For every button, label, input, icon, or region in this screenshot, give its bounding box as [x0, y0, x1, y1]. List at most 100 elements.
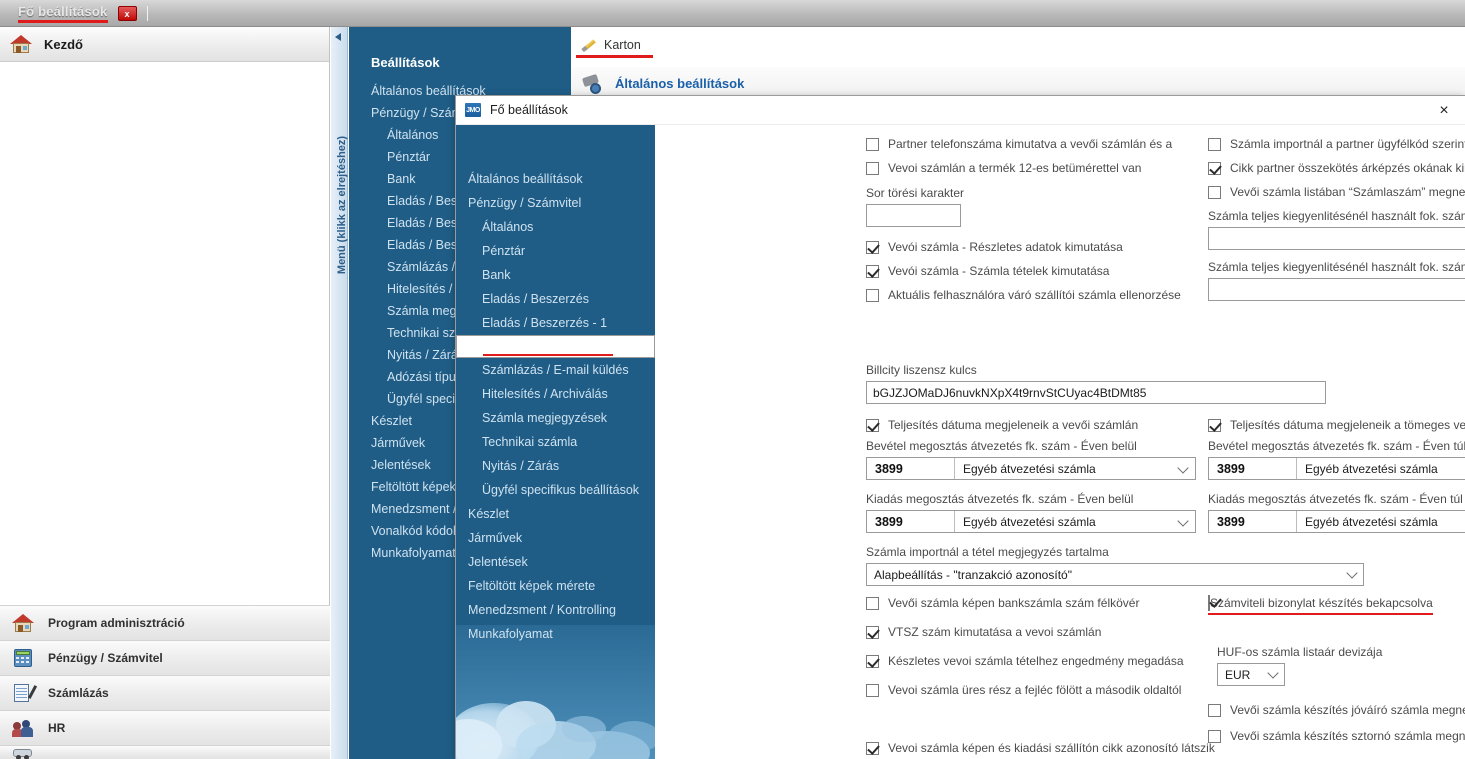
sidebar-item-vehicles[interactable]	[0, 745, 330, 759]
dialog-nav-item-szamlazas-email[interactable]: Számlázás / E-mail küldés	[456, 358, 655, 382]
checkbox-label: Partner telefonszáma kimutatva a vevői s…	[888, 137, 1173, 151]
dialog-nav-item-bank[interactable]: Bank	[456, 263, 655, 287]
dialog-nav-item-technikai-szamla[interactable]: Technikai számla	[456, 430, 655, 454]
checkbox-bank-number-bold[interactable]	[866, 597, 879, 610]
calculator-icon	[12, 648, 34, 668]
checkbox-storno-note-name[interactable]	[1208, 730, 1221, 743]
checkbox-row-invoice-list-name[interactable]: Vevői számla listában “Számlaszám” megne…	[1208, 185, 1465, 199]
checkbox-row-storno-note[interactable]: Vevői számla készítés sztornó számla meg…	[1208, 729, 1465, 743]
dialog-nav-item-keszlet[interactable]: Készlet	[456, 502, 655, 526]
account-name: Egyéb átvezetési számla	[1305, 514, 1438, 529]
close-icon[interactable]: ×	[1433, 101, 1455, 121]
import-note-select[interactable]: Alapbeállítás - "tranzakció azonosító"	[866, 563, 1364, 586]
dialog-nav-item-jarmuvek[interactable]: Járművek	[456, 526, 655, 550]
checkbox-vtsz[interactable]	[866, 626, 879, 639]
checkbox-row-import-partner-code[interactable]: Számla importnál a partner ügyfélkód sze…	[1208, 137, 1465, 151]
dialog-nav-item-eladas-beszerzes[interactable]: Eladás / Beszerzés	[456, 287, 655, 311]
pencil-icon	[582, 37, 597, 52]
checkbox-item-discount[interactable]	[866, 655, 879, 668]
menu-collapse-bar[interactable]: Menü (klikk az elrejtéshez)	[331, 27, 348, 759]
account-row-income: Bevétel megosztás átvezetés fk. szám - É…	[866, 439, 1465, 480]
checkbox-row-font12[interactable]: Vevoi számlán a termék 12-es betümérette…	[866, 161, 1199, 175]
checkbox-pending-supplier[interactable]	[866, 289, 879, 302]
full-settle-debit-select[interactable]	[1208, 227, 1465, 250]
checkbox-credit-note-name[interactable]	[1208, 704, 1221, 717]
checkbox-label: Készletes vevoi számla tételhez engedmén…	[888, 654, 1184, 668]
menu-vertical-label: Menü (klikk az elrejtéshez)	[336, 135, 348, 275]
checkbox-row-price-reason[interactable]: Cikk partner összekötés árképzés okának …	[1208, 161, 1465, 175]
dialog-nav-item-jelentesek[interactable]: Jelentések	[456, 550, 655, 574]
dialog-nav-item-eladas-beszerzes-1[interactable]: Eladás / Beszerzés - 1	[456, 311, 655, 335]
checkbox-row-fulfilment-bulk[interactable]: Teljesítés dátuma megjeleneik a tömeges …	[1208, 418, 1465, 432]
checkbox-empty-header-space[interactable]	[866, 684, 879, 697]
checkbox-price-reason[interactable]	[1208, 162, 1221, 175]
checkbox-row-pending-supplier[interactable]: Aktuális felhasználóra váró szállítói sz…	[866, 288, 1199, 302]
checkbox-fulfilment-bulk[interactable]	[1208, 419, 1221, 432]
dialog-nav-item-ugyfel-specifikus[interactable]: Ügyfél specifikus beállítások	[456, 478, 655, 502]
main-settings-dialog: JMO Fő beállítások × Általános beállítás…	[455, 95, 1465, 759]
dialog-nav-item-eladas-beszerzes-2[interactable]: Eladás / Beszerzés - 2	[456, 335, 655, 358]
checkbox-row-empty-header[interactable]: Vevoi számla üres rész a fejléc fölött a…	[866, 683, 1266, 697]
checkbox-import-partner-code[interactable]	[1208, 138, 1221, 151]
account-select-expense-beyond-year[interactable]: 3899 Egyéb átvezetési számla	[1208, 510, 1465, 533]
account-select-expense-within-year[interactable]: 3899 Egyéb átvezetési számla	[866, 510, 1196, 533]
checkbox-row-vtsz[interactable]: VTSZ szám kimutatása a vevoi számlán	[866, 625, 1266, 639]
account-select-income-beyond-year[interactable]: 3899 Egyéb átvezetési számla	[1208, 457, 1465, 480]
app-tab-close-icon[interactable]: x	[117, 6, 137, 21]
checkbox-font12[interactable]	[866, 162, 879, 175]
field-label: Kiadás megosztás átvezetés fk. szám - Év…	[866, 492, 1134, 506]
section-title: Általános beállítások	[615, 76, 745, 91]
checkbox-row-partner-phone[interactable]: Partner telefonszáma kimutatva a vevői s…	[866, 137, 1199, 151]
home-header: Kezdő	[0, 27, 329, 62]
tab-karton[interactable]: Karton	[576, 34, 653, 58]
app-tab-fo-beallitasok[interactable]: Fő beállítások x	[8, 0, 145, 27]
chevron-left-icon[interactable]	[335, 33, 341, 41]
checkbox-row-item-id-visible[interactable]: Vevoi számla képen és kiadási szállítón …	[866, 741, 1266, 755]
checkbox-invoice-items[interactable]	[866, 265, 879, 278]
settings-bottom-right: Számviteli bizonylat készítés bekapcsolv…	[1208, 595, 1465, 753]
checkbox-row-bank-bold[interactable]: Vevői számla képen bankszámla szám félkö…	[866, 596, 1266, 610]
house-icon	[12, 613, 34, 633]
account-row-expense: Kiadás megosztás átvezetés fk. szám - Év…	[866, 492, 1465, 533]
dialog-nav-item-altalanos[interactable]: Általános	[456, 215, 655, 239]
checkbox-label: Cikk partner összekötés árképzés okának …	[1230, 161, 1465, 175]
checkbox-row-discount[interactable]: Készletes vevoi számla tételhez engedmén…	[866, 654, 1266, 668]
checkbox-partner-phone[interactable]	[866, 138, 879, 151]
sidebar-item-penzugy-szamvitel[interactable]: Pénzügy / Számvitel	[0, 640, 330, 675]
checkbox-row-detailed[interactable]: Vevói számla - Részletes adatok kimutatá…	[866, 240, 1199, 254]
field-label: Bevétel megosztás átvezetés fk. szám - É…	[866, 439, 1137, 453]
dialog-nav-item-nyitas-zaras[interactable]: Nyitás / Zárás	[456, 454, 655, 478]
account-select-income-within-year[interactable]: 3899 Egyéb átvezetési számla	[866, 457, 1196, 480]
dialog-nav-item-feltoltott-kepek[interactable]: Feltöltött képek mérete	[456, 574, 655, 598]
checkbox-row-credit-note[interactable]: Vevői számla készítés jóváíró számla meg…	[1208, 703, 1465, 717]
sidebar-item-szamlazas[interactable]: Számlázás	[0, 675, 330, 710]
sidebar-item-program-adminisztracio[interactable]: Program adminisztráció	[0, 605, 330, 640]
checkbox-row-fulfilment-single[interactable]: Teljesítés dátuma megjeleneik a vevői sz…	[866, 418, 1208, 432]
checkbox-accounting-document[interactable]	[1208, 595, 1210, 611]
checkbox-row-invoice-items[interactable]: Vevói számla - Számla tételek kimutatása	[866, 264, 1199, 278]
checkbox-label: Vevói számla - Számla tételek kimutatása	[888, 264, 1110, 278]
checkbox-detailed-data[interactable]	[866, 241, 879, 254]
chevron-down-icon	[1346, 567, 1358, 579]
checkbox-invoice-list-name[interactable]	[1208, 186, 1221, 199]
full-settle-credit-select[interactable]	[1208, 278, 1465, 301]
line-break-char-input[interactable]	[866, 204, 961, 227]
checkbox-item-id-visible[interactable]	[866, 742, 879, 755]
dialog-nav-item-szamla-megjegyzesek[interactable]: Számla megjegyzések	[456, 406, 655, 430]
huf-currency-select[interactable]: EUR	[1217, 663, 1285, 686]
background-tree-header: Beállítások	[371, 55, 440, 70]
checkbox-row-accounting-doc[interactable]: Számviteli bizonylat készítés bekapcsolv…	[1208, 595, 1433, 615]
sidebar-item-hr[interactable]: HR	[0, 710, 330, 745]
checkbox-fulfilment-single[interactable]	[866, 419, 879, 432]
field-label: HUF-os számla listaár devizája	[1217, 645, 1383, 659]
license-key-input[interactable]	[866, 381, 1326, 404]
dialog-nav-item-munkafolyamat[interactable]: Munkafolyamat	[456, 622, 655, 646]
home-module-list: Program adminisztráció Pénzügy / Számvit…	[0, 605, 330, 759]
checkbox-label: Vevói számla - Részletes adatok kimutatá…	[888, 240, 1123, 254]
dialog-nav-item-altalanos-beallitasok[interactable]: Általános beállítások	[456, 167, 655, 191]
settings-column-right: Számla importnál a partner ügyfélkód sze…	[1208, 137, 1465, 301]
dialog-nav-item-menedzsment-kontrolling[interactable]: Menedzsment / Kontrolling	[456, 598, 655, 622]
dialog-nav-item-penztar[interactable]: Pénztár	[456, 239, 655, 263]
dialog-nav-item-penzugy-szamvitel[interactable]: Pénzügy / Számvitel	[456, 191, 655, 215]
dialog-nav-item-hitelesites-archivalas[interactable]: Hitelesítés / Archiválás	[456, 382, 655, 406]
